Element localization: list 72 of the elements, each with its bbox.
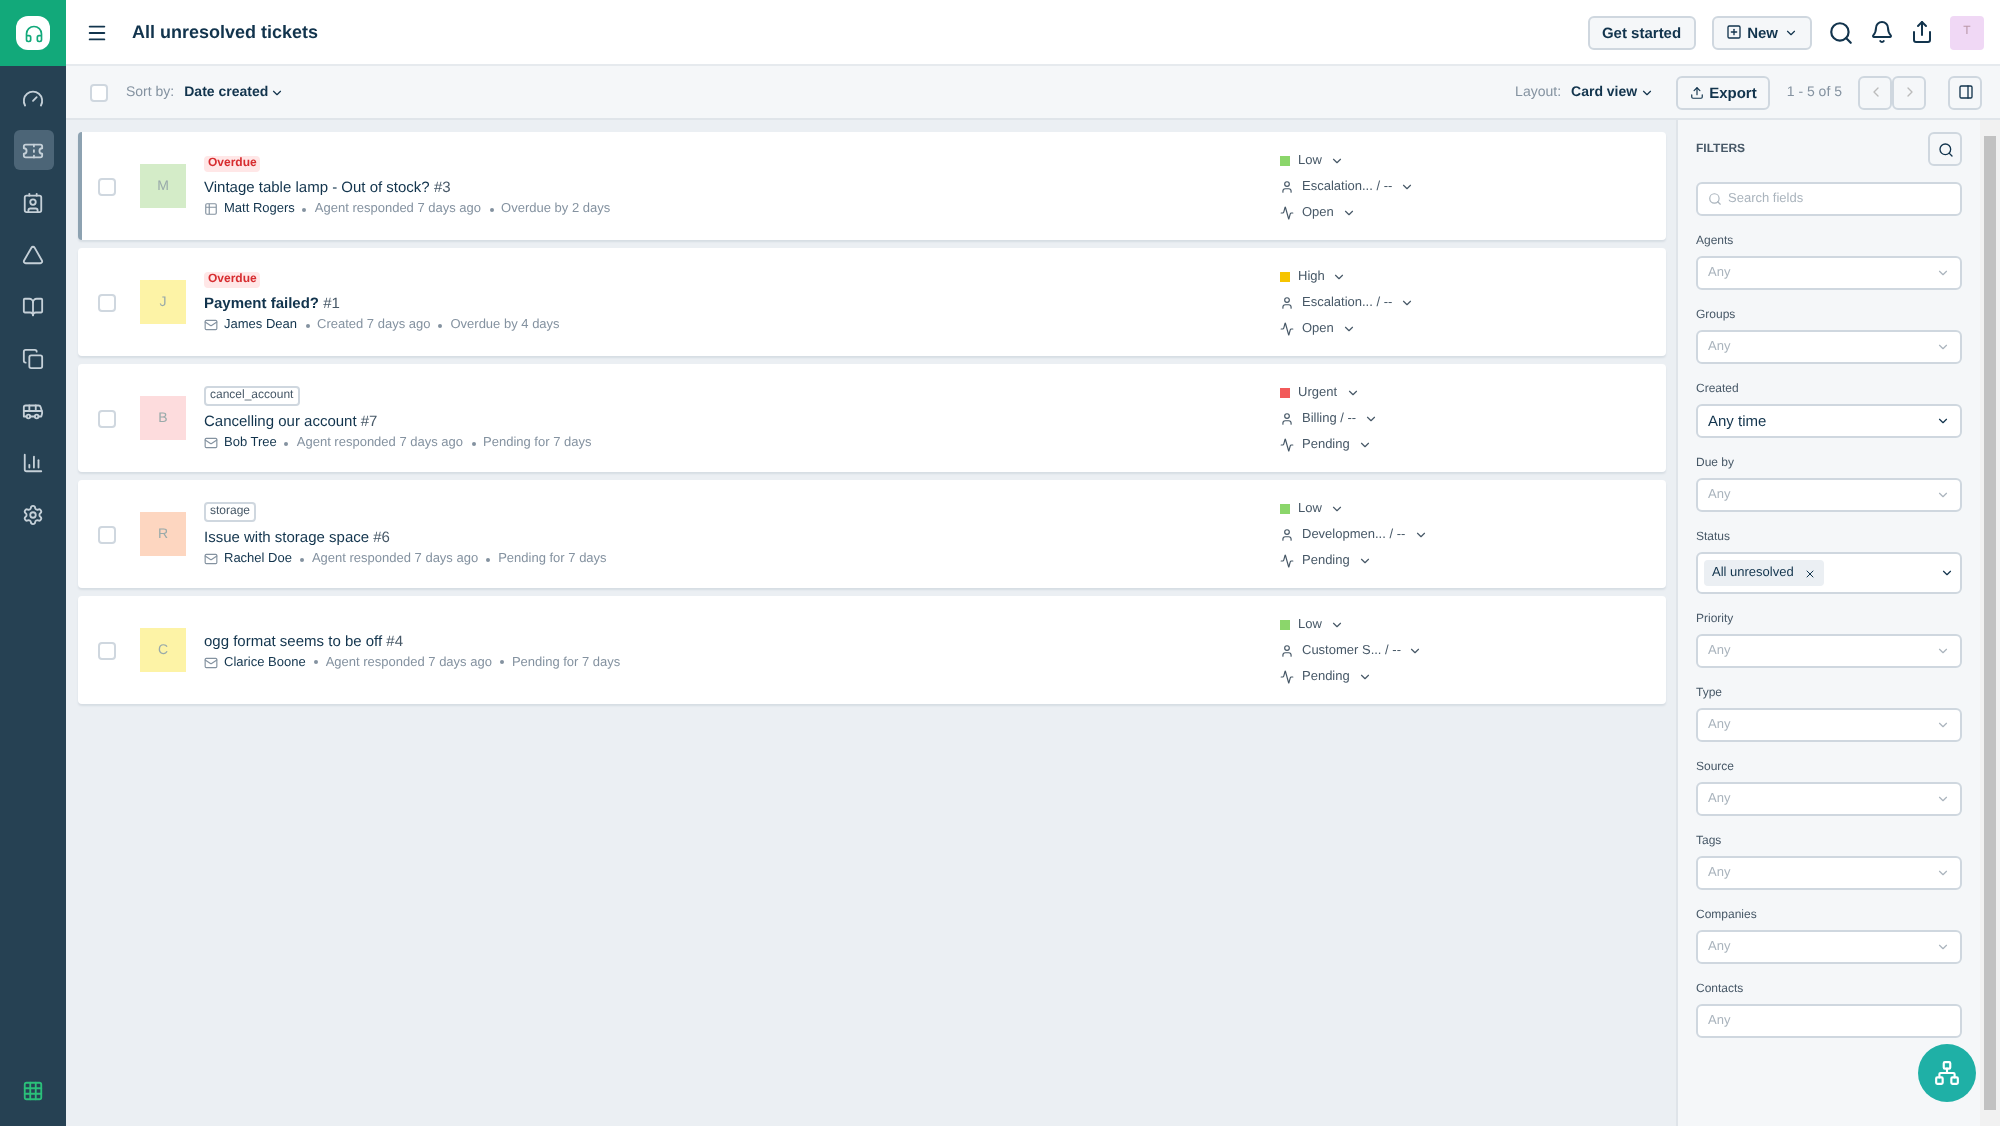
- panel-icon: [1957, 84, 1973, 100]
- gauge-icon: [22, 87, 44, 109]
- person-icon: [1280, 411, 1294, 425]
- page-title: All unresolved tickets: [132, 22, 321, 42]
- table-icon: [204, 202, 218, 216]
- bus-icon: [22, 399, 44, 421]
- sidebar-item[interactable]: [13, 130, 53, 170]
- settings-icon: [22, 503, 44, 525]
- apps-grid-icon: [22, 1080, 44, 1102]
- network-icon: [1934, 1060, 1960, 1086]
- chevron-down-icon: [1936, 414, 1950, 428]
- search-icon: [1937, 141, 1953, 157]
- book-icon: [22, 295, 44, 317]
- chevron-down-icon: [1936, 644, 1950, 658]
- chevron-down-icon: [1329, 501, 1344, 515]
- pulse-icon: [1280, 205, 1294, 219]
- chevron-down-icon: [1341, 321, 1356, 335]
- ticket-checkbox[interactable]: [98, 293, 116, 311]
- chevron-down-icon: [1936, 718, 1950, 732]
- chevron-down-icon: [1408, 643, 1423, 657]
- upload-icon: [1689, 85, 1704, 99]
- chevron-down-icon: [1341, 205, 1356, 219]
- person-icon: [1280, 295, 1294, 309]
- copy-icon: [22, 347, 44, 369]
- search-icon: [1708, 192, 1722, 206]
- pulse-icon: [1280, 437, 1294, 451]
- bell-icon: [1870, 20, 1894, 44]
- chevron-down-icon: [1357, 669, 1372, 683]
- chevron-down-icon: [1936, 792, 1950, 806]
- chevron-down-icon: [270, 85, 285, 99]
- bar-chart-icon: [22, 451, 44, 473]
- search-button[interactable]: [1928, 132, 1962, 166]
- chevron-down-icon: [1400, 295, 1415, 309]
- mail-icon: [204, 436, 218, 450]
- ticket-icon: [22, 139, 44, 161]
- chevron-down-icon: [1329, 153, 1344, 167]
- triangle-icon: [22, 243, 44, 265]
- select-all-checkbox[interactable]: [90, 83, 108, 101]
- ticket-checkbox[interactable]: [98, 409, 116, 427]
- mail-icon: [204, 655, 218, 669]
- chevron-down-icon: [1940, 566, 1954, 580]
- chevron-down-icon: [1936, 866, 1950, 880]
- logo-icon: [16, 16, 50, 50]
- chevron-down-icon: [1936, 488, 1950, 502]
- chevron-down-icon: [1329, 617, 1344, 631]
- close-icon: [1803, 567, 1816, 579]
- chevron-down-icon: [1357, 553, 1372, 567]
- pulse-icon: [1280, 669, 1294, 683]
- chevron-down-icon: [1784, 25, 1798, 39]
- chevron-down-icon: [1936, 940, 1950, 954]
- mail-icon: [204, 552, 218, 566]
- ticket-checkbox[interactable]: [98, 641, 116, 659]
- ticket-checkbox[interactable]: [98, 525, 116, 543]
- panel-toggle-button[interactable]: [1948, 75, 1982, 109]
- chevron-down-icon: [1332, 269, 1347, 283]
- mail-icon: [204, 318, 218, 332]
- chevron-down-icon: [1400, 179, 1415, 193]
- person-icon: [1280, 643, 1294, 657]
- share-icon: [1910, 20, 1934, 44]
- person-icon: [1280, 179, 1294, 193]
- menu-icon: [86, 21, 108, 43]
- contact-card-icon: [22, 191, 44, 213]
- chevron-down-icon: [1936, 340, 1950, 354]
- chevron-down-icon: [1936, 266, 1950, 280]
- pulse-icon: [1280, 321, 1294, 335]
- ticket-checkbox[interactable]: [98, 177, 116, 195]
- chevron-down-icon: [1413, 527, 1428, 541]
- plus-icon: [1725, 24, 1742, 40]
- pulse-icon: [1280, 553, 1294, 567]
- search-icon: [1828, 19, 1854, 45]
- person-icon: [1280, 527, 1294, 541]
- chevron-down-icon: [1639, 85, 1654, 99]
